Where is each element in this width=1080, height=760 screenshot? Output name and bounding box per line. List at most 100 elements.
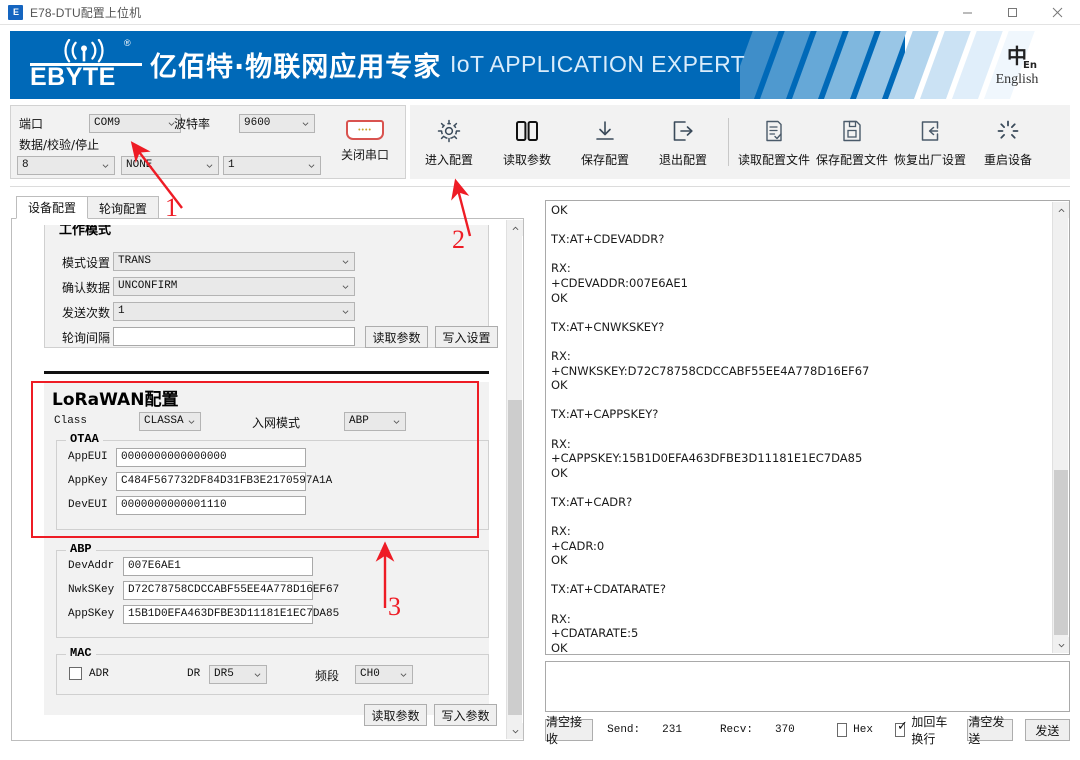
appskey-label: AppSKey [68,608,114,620]
toolbar-read-params-label: 读取参数 [503,151,551,168]
band-label: 频段 [315,667,339,684]
chevron-down-icon [308,162,315,169]
log-scroll-up-button[interactable] [1053,202,1069,218]
log-scrollbar[interactable] [1052,202,1068,653]
dr-label: DR [187,668,200,680]
appkey-input[interactable]: C484F567732DF84D31FB3E2170597A1A [116,472,306,491]
hex-checkbox[interactable] [837,723,847,737]
toolbar-enter-config-label: 进入配置 [425,151,473,168]
language-icon: 中 En [1007,46,1027,66]
toolbar-save-config[interactable]: 保存配置 [566,107,644,177]
join-mode-label: 入网模式 [252,414,300,431]
toolbar-save-config-label: 保存配置 [581,151,629,168]
devaddr-input[interactable]: 007E6AE1 [123,557,313,576]
chevron-down-icon [512,728,519,735]
workmode-title: 工作模式 [55,225,115,238]
main-toolbar: 进入配置 读取参数 保存配置 [410,105,1070,179]
maximize-button[interactable] [990,0,1035,25]
confirm-select[interactable]: UNCONFIRM [113,277,355,296]
dr-select[interactable]: DR5 [209,665,267,684]
recv-count-value: 370 [775,724,795,736]
class-select[interactable]: CLASSA [139,412,201,431]
clear-send-button[interactable]: 清空发送 [967,719,1012,741]
floppy-save-icon [839,116,865,146]
toolbar-restart-device[interactable]: 重启设备 [969,107,1047,177]
port-select[interactable]: COM9 [89,114,181,133]
restore-icon [917,116,943,146]
toolbar-save-config-file[interactable]: 保存配置文件 [813,107,891,177]
toolbar-read-params[interactable]: 读取参数 [488,107,566,177]
toolbar-exit-config[interactable]: 退出配置 [644,107,722,177]
parity-select[interactable]: NONE [121,156,219,175]
mode-select[interactable]: TRANS [113,252,355,271]
scroll-up-button[interactable] [507,220,523,236]
workmode-group: 工作模式 模式设置 TRANS 确认数据 UNCONFIRM 发送次数 1 轮询… [44,225,489,348]
workmode-read-button[interactable]: 读取参数 [365,326,428,348]
adr-label: ADR [89,668,109,680]
brand-banner: ® EBYTE 亿佰特·物联网应用专家 IoT APPLICATION EXPE… [10,31,1070,99]
log-scroll-thumb[interactable] [1054,470,1068,635]
close-button[interactable] [1035,0,1080,25]
mac-title: MAC [66,646,96,660]
chevron-down-icon [342,258,349,265]
serial-toggle-button[interactable]: •••• 关闭串口 [333,120,397,170]
tab-device-config[interactable]: 设备配置 [16,196,88,219]
config-tabs: 设备配置 轮询配置 [16,196,158,219]
device-config-panel: 工作模式 模式设置 TRANS 确认数据 UNCONFIRM 发送次数 1 轮询… [11,218,524,741]
lorawan-title: LoRaWAN配置 [52,385,178,410]
config-scroll-thumb[interactable] [508,400,522,715]
deveui-input[interactable]: 0000000000001110 [116,496,306,515]
retry-select[interactable]: 1 [113,302,355,321]
adr-checkbox[interactable] [69,667,82,680]
lorawan-write-button[interactable]: 写入参数 [434,704,497,726]
annotation-number-1: 1 [165,193,178,223]
download-icon [592,116,618,146]
toolbar-exit-config-label: 退出配置 [659,151,707,168]
toolbar-factory-reset-label: 恢复出厂设置 [894,151,966,168]
abp-subgroup: ABP DevAddr 007E6AE1 NwkSKey D72C78758CD… [56,550,489,638]
appkey-label: AppKey [68,475,108,487]
nwkskey-input[interactable]: D72C78758CDCCABF55EE4A778D16EF67 [123,581,313,600]
crlf-label: 加回车换行 [911,713,953,747]
status-bar: 清空接收 Send: 231 Recv: 370 Hex ✓ 加回车换行 清空发… [545,716,1070,744]
toolbar-save-config-file-label: 保存配置文件 [816,151,888,168]
minimize-button[interactable] [945,0,990,25]
databits-select[interactable]: 8 [17,156,115,175]
crlf-checkbox[interactable]: ✓ [895,723,905,737]
mac-subgroup: MAC ADR DR DR5 频段 CH0 [56,654,489,695]
registered-mark-icon: ® [124,38,131,48]
toolbar-read-config-file-label: 读取配置文件 [738,151,810,168]
appeui-input[interactable]: 0000000000000000 [116,448,306,467]
exit-icon [670,116,696,146]
interval-input[interactable] [113,327,355,346]
otaa-title: OTAA [66,432,103,446]
toolbar-enter-config[interactable]: 进入配置 [410,107,488,177]
serial-port-icon: •••• [346,120,384,140]
app-icon: E [8,5,23,20]
chevron-down-icon [206,162,213,169]
lorawan-group: LoRaWAN配置 Class CLASSA 入网模式 ABP OTAA App… [44,382,489,715]
clear-receive-button[interactable]: 清空接收 [545,719,593,741]
language-toggle[interactable]: 中 En English [972,41,1062,93]
chevron-down-icon [1058,642,1065,649]
log-scroll-down-button[interactable] [1053,637,1069,653]
toolbar-read-config-file[interactable]: 读取配置文件 [735,107,813,177]
send-input[interactable] [545,661,1070,712]
workmode-write-button[interactable]: 写入设置 [435,326,498,348]
tab-polling-config[interactable]: 轮询配置 [87,196,159,219]
chevron-down-icon [393,418,400,425]
config-scrollbar[interactable] [506,220,522,739]
appskey-input[interactable]: 15B1D0EFA463DFBE3D11181E1EC7DA85 [123,605,313,624]
lorawan-read-button[interactable]: 读取参数 [364,704,427,726]
window-title: E78-DTU配置上位机 [30,4,141,21]
join-mode-select[interactable]: ABP [344,412,406,431]
scroll-down-button[interactable] [507,723,523,739]
baudrate-select[interactable]: 9600 [239,114,315,133]
stopbits-select[interactable]: 1 [223,156,321,175]
toolbar-factory-reset[interactable]: 恢复出厂设置 [891,107,969,177]
restart-spinner-icon [995,116,1021,146]
band-select[interactable]: CH0 [355,665,413,684]
log-output: OK TX:AT+CDEVADDR? RX: +CDEVADDR:007E6AE… [551,203,1051,652]
send-button[interactable]: 发送 [1025,719,1070,741]
logo-wordmark: EBYTE [30,65,116,90]
